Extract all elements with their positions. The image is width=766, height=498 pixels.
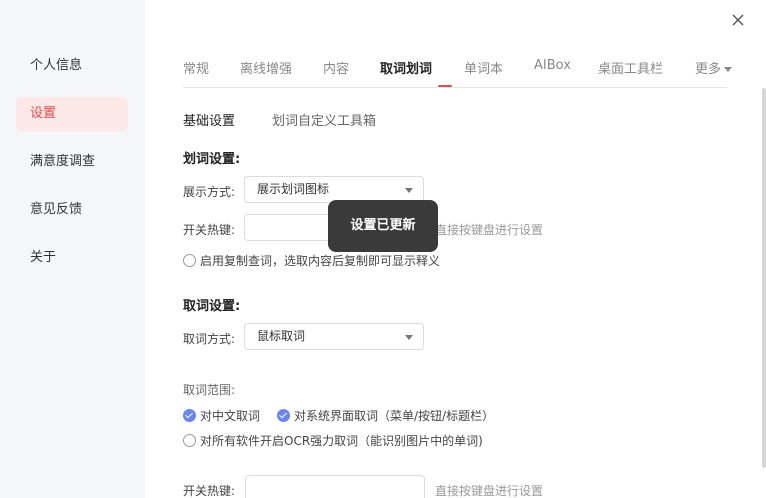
scrollbar[interactable] [762, 88, 766, 468]
copy-lookup-checkbox[interactable] [183, 254, 196, 267]
chinese-capture-checkbox[interactable] [183, 409, 196, 422]
ocr-capture-label: 对所有软件开启OCR强力取词（能识别图片中的单词) [200, 434, 483, 448]
tab-more[interactable]: 更多 [695, 58, 733, 77]
tab-bar: 常规 离线增强 内容 取词划词 单词本 AIBox 桌面工具栏 更多 [183, 58, 733, 88]
capture-hotkey-hint: 直接按键盘进行设置 [435, 484, 544, 498]
tab-offline[interactable]: 离线增强 [240, 58, 292, 77]
capture-range-label: 取词范围: [183, 383, 236, 397]
copy-lookup-option[interactable]: 启用复制查词，选取内容后复制即可显示释义 [183, 252, 440, 269]
capture-method-label: 取词方式: [183, 332, 236, 346]
sidebar-item-feedback[interactable]: 意见反馈 [16, 193, 128, 227]
tab-wordbook[interactable]: 单词本 [464, 58, 503, 77]
ocr-capture-option[interactable]: 对所有软件开启OCR强力取词（能识别图片中的单词) [183, 432, 483, 449]
chevron-down-icon [405, 188, 413, 193]
display-mode-select[interactable]: 展示划词图标 [244, 176, 424, 203]
chinese-capture-label: 对中文取词 [200, 409, 261, 423]
chevron-down-icon [405, 335, 413, 340]
system-ui-capture-checkbox[interactable] [277, 409, 290, 422]
hotkey-hint: 直接按键盘进行设置 [435, 223, 544, 237]
chevron-down-icon [724, 67, 733, 72]
display-mode-value: 展示划词图标 [257, 182, 330, 196]
capture-method-value: 鼠标取词 [257, 329, 306, 343]
tab-word-capture[interactable]: 取词划词 [380, 58, 432, 77]
settings-panel: 常规 离线增强 内容 取词划词 单词本 AIBox 桌面工具栏 更多 基础设置 … [145, 0, 766, 498]
subtab-custom-toolbox[interactable]: 划词自定义工具箱 [272, 110, 376, 129]
tab-general[interactable]: 常规 [183, 58, 209, 77]
system-ui-capture-option[interactable]: 对系统界面取词（菜单/按钮/标题栏） [277, 407, 494, 424]
hotkey-label: 开关热键: [183, 223, 236, 237]
sidebar-item-settings[interactable]: 设置 [16, 97, 128, 131]
subtab-basic-settings[interactable]: 基础设置 [183, 110, 235, 129]
chinese-capture-option[interactable]: 对中文取词 [183, 407, 260, 424]
sidebar-item-personal-info[interactable]: 个人信息 [16, 49, 128, 83]
display-mode-label: 展示方式: [183, 185, 236, 199]
active-tab-indicator [438, 85, 452, 87]
capture-section-title: 取词设置: [183, 299, 241, 314]
sidebar-item-survey[interactable]: 满意度调查 [16, 145, 128, 179]
system-ui-capture-label: 对系统界面取词（菜单/按钮/标题栏） [294, 409, 495, 423]
sidebar-item-about[interactable]: 关于 [16, 241, 128, 275]
sidebar: 个人信息 设置 满意度调查 意见反馈 关于 [0, 0, 145, 498]
copy-lookup-label: 启用复制查词，选取内容后复制即可显示释义 [200, 254, 441, 268]
capture-method-select[interactable]: 鼠标取词 [244, 323, 424, 350]
ocr-capture-checkbox[interactable] [183, 434, 196, 447]
tab-aibox[interactable]: AIBox [534, 58, 571, 73]
tab-desktop-toolbar[interactable]: 桌面工具栏 [598, 58, 663, 77]
tab-content[interactable]: 内容 [323, 58, 349, 77]
capture-hotkey-label: 开关热键: [183, 484, 236, 498]
tab-more-label: 更多 [695, 62, 722, 77]
highlight-section-title: 划词设置: [183, 152, 241, 167]
close-icon[interactable] [730, 12, 746, 28]
capture-hotkey-input[interactable] [245, 475, 425, 498]
toast-notification: 设置已更新 [328, 200, 438, 252]
